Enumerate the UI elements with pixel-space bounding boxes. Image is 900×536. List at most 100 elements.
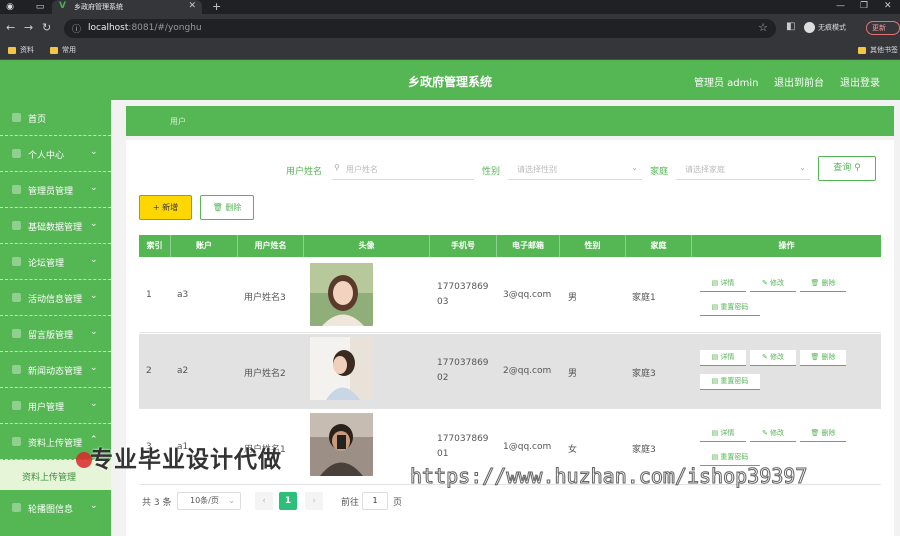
trash-icon: 🗑	[212, 203, 223, 212]
reload-icon[interactable]: ↻	[42, 21, 51, 34]
database-icon	[12, 221, 21, 230]
page-title: 乡政府管理系统	[408, 75, 493, 89]
tab-icon[interactable]: ▭	[34, 1, 46, 13]
col-email[interactable]: 电子邮箱	[497, 235, 560, 257]
edit-button[interactable]: ✎ 修改	[750, 426, 796, 442]
chevron-down-icon: ⌄	[228, 496, 235, 505]
new-tab-icon[interactable]: +	[212, 0, 221, 13]
mouse-cursor-highlight	[76, 452, 92, 468]
incognito-icon	[804, 22, 815, 33]
detail-button[interactable]: ▤ 详情	[700, 276, 746, 292]
name-filter-input[interactable]: ⚲ 用户姓名	[332, 158, 474, 180]
sidebar-item-forum[interactable]: 论坛管理 ⌄	[0, 244, 111, 280]
sidebar-item-carousel[interactable]: 轮播图信息 ⌄	[0, 490, 111, 526]
sidebar-item-users[interactable]: 用户管理 ⌄	[0, 388, 111, 424]
update-button[interactable]: 更新	[866, 21, 900, 35]
trash-icon: 🗑	[810, 279, 820, 287]
cell-gender: 女	[568, 445, 578, 455]
avatar-image-icon	[310, 413, 373, 476]
avatar-image-icon	[310, 263, 373, 326]
bookmarks-bar: 资料 常用 其他书签	[0, 42, 900, 60]
close-tab-icon[interactable]: ✕	[188, 1, 196, 11]
forum-icon	[12, 257, 21, 266]
browser-tab[interactable]: V 乡政府管理系统 ✕	[52, 0, 202, 14]
delete-button[interactable]: 🗑 删除	[800, 426, 846, 442]
avatar[interactable]	[310, 337, 373, 400]
chevron-right-icon: ›	[312, 496, 316, 506]
minimize-icon[interactable]: —	[836, 1, 845, 11]
detail-button[interactable]: ▤ 详情	[700, 350, 746, 366]
delete-button[interactable]: 🗑 删除	[800, 276, 846, 292]
admin-icon	[12, 185, 21, 194]
avatar[interactable]	[310, 413, 373, 476]
pencil-icon: ✎	[761, 429, 768, 437]
query-button[interactable]: 查询 ⚲	[818, 156, 876, 181]
sidepanel-icon[interactable]: ◧	[786, 21, 795, 32]
back-icon[interactable]: ←	[6, 21, 15, 34]
cell-family: 家庭3	[632, 369, 656, 379]
table-row[interactable]: 2 a2 用户姓名2 177037869 02 2@qq.com 男 家庭3 ▤…	[139, 334, 881, 409]
gender-filter-select[interactable]: 请选择性别 ⌄	[508, 158, 642, 180]
sidebar-item-messages[interactable]: 留言版管理 ⌄	[0, 316, 111, 352]
edit-button[interactable]: ✎ 修改	[750, 276, 796, 292]
sidebar-item-admins[interactable]: 管理员管理 ⌄	[0, 172, 111, 208]
col-gender[interactable]: 性别	[560, 235, 626, 257]
page-size-select[interactable]: 10条/页 ⌄	[177, 492, 241, 510]
reset-password-button[interactable]: ▤ 重置密码	[700, 374, 760, 390]
restore-icon[interactable]: ❐	[860, 1, 868, 11]
users-icon	[12, 401, 21, 410]
sidebar-item-profile[interactable]: 个人中心 ⌄	[0, 136, 111, 172]
delete-button[interactable]: 🗑 删除	[800, 350, 846, 366]
next-page-button[interactable]: ›	[305, 492, 323, 510]
avatar[interactable]	[310, 263, 373, 326]
doc-icon: ▤	[711, 279, 719, 287]
url-field[interactable]: ⓘ localhost:8081/#/yonghu ☆	[64, 19, 776, 38]
url-host: localhost	[88, 23, 129, 33]
doc-icon: ▤	[711, 353, 719, 361]
reset-password-button[interactable]: ▤ 重置密码	[700, 300, 760, 316]
name-filter-label: 用户姓名	[286, 167, 323, 177]
col-phone[interactable]: 手机号	[430, 235, 497, 257]
incognito-indicator[interactable]: 无痕模式	[804, 22, 846, 33]
col-index[interactable]: 索引	[139, 235, 171, 257]
sidebar-item-activities[interactable]: 活动信息管理 ⌄	[0, 280, 111, 316]
sidebar-item-basedata[interactable]: 基础数据管理 ⌄	[0, 208, 111, 244]
home-icon	[12, 113, 21, 122]
total-count: 共 3 条	[142, 498, 172, 508]
current-user: 管理员 admin	[694, 78, 759, 89]
detail-button[interactable]: ▤ 详情	[700, 426, 746, 442]
sidebar-item-news[interactable]: 新闻动态管理 ⌄	[0, 352, 111, 388]
add-button[interactable]: + 新增	[139, 195, 192, 220]
sidebar-item-home[interactable]: 首页	[0, 100, 111, 136]
folder-icon	[858, 46, 866, 54]
prev-page-button[interactable]: ‹	[255, 492, 273, 510]
vue-logo-icon: V	[59, 1, 66, 11]
col-family[interactable]: 家庭	[626, 235, 692, 257]
col-name[interactable]: 用户姓名	[238, 235, 304, 257]
back-to-front-link[interactable]: 退出到前台	[774, 74, 824, 89]
logout-link[interactable]: 退出登录	[840, 74, 880, 89]
bookmark-folder[interactable]: 常用	[50, 45, 76, 55]
batch-delete-button[interactable]: 🗑 删除	[200, 195, 254, 220]
cell-family: 家庭3	[632, 445, 656, 455]
table-row[interactable]: 1 a3 用户姓名3 177037869 03 3@qq.com 男 家庭1 ▤…	[139, 258, 881, 333]
goto-page-input[interactable]: 1	[362, 492, 388, 510]
bookmark-star-icon[interactable]: ☆	[758, 21, 768, 34]
col-account[interactable]: 账户	[171, 235, 238, 257]
forward-icon[interactable]: →	[24, 21, 33, 34]
col-avatar[interactable]: 头像	[304, 235, 430, 257]
plus-icon: +	[152, 203, 160, 212]
bookmark-folder-other[interactable]: 其他书签	[858, 45, 898, 55]
doc-icon: ▤	[711, 377, 719, 385]
browser-menu-icon[interactable]: ◉	[4, 1, 16, 13]
tab-title: 乡政府管理系统	[74, 3, 123, 11]
watermark-url: https://www.huzhan.com/ishop39397	[409, 464, 808, 489]
search-icon: ⚲	[854, 163, 861, 173]
chevron-down-icon: ⌄	[799, 163, 806, 172]
page-number-current[interactable]: 1	[279, 492, 297, 510]
family-filter-select[interactable]: 请选择家庭 ⌄	[676, 158, 810, 180]
edit-button[interactable]: ✎ 修改	[750, 350, 796, 366]
close-window-icon[interactable]: ✕	[884, 1, 892, 11]
cell-phone: 177037869	[437, 282, 489, 292]
bookmark-folder[interactable]: 资料	[8, 45, 34, 55]
